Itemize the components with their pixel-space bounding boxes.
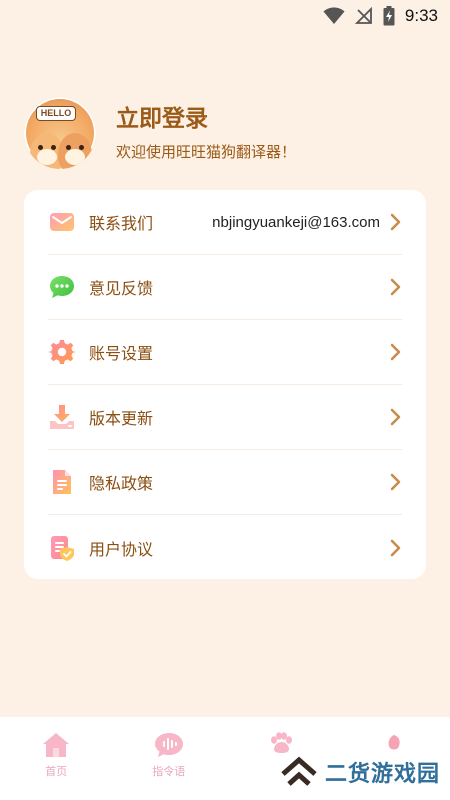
home-icon (43, 733, 70, 757)
wifi-icon (323, 7, 345, 24)
watermark-text: 二货游戏园 (324, 762, 440, 787)
document-icon (53, 470, 71, 494)
chevron-right-icon (390, 539, 401, 556)
tab-home[interactable]: 首页 (0, 717, 113, 800)
tab-commands[interactable]: 指令语 (113, 717, 226, 800)
menu-item-privacy-policy[interactable]: 隐私政策 (48, 450, 402, 515)
download-icon (50, 405, 74, 429)
menu-item-feedback[interactable]: 意见反馈 (48, 255, 402, 320)
login-link[interactable]: 立即登录 (116, 104, 296, 134)
mail-icon (50, 213, 74, 231)
chevron-right-icon (390, 473, 401, 491)
agreement-icon (51, 535, 74, 561)
menu-label: 意见反馈 (89, 279, 154, 298)
watermark-logo-icon (281, 756, 317, 786)
chevron-right-icon (390, 408, 401, 426)
welcome-text: 欢迎使用旺旺猫狗翻译器！ (116, 143, 297, 161)
chevron-right-icon (390, 278, 401, 296)
menu-label: 用户协议 (89, 539, 154, 559)
menu-label: 隐私政策 (89, 474, 154, 493)
no-signal-icon (354, 7, 372, 24)
menu-item-user-agreement[interactable]: 用户协议 (48, 515, 402, 580)
menu-item-contact-us[interactable]: 联系我们 nbjingyuankeji@163.com (48, 190, 402, 255)
contact-email: nbjingyuankeji@163.com (212, 213, 380, 231)
menu-item-version-update[interactable]: 版本更新 (48, 385, 402, 450)
avatar[interactable]: HELLO (24, 97, 96, 169)
watermark: 二货游戏园 (279, 752, 440, 792)
menu-label: 版本更新 (89, 409, 154, 428)
gear-icon (48, 340, 76, 364)
tab-label: 指令语 (152, 765, 186, 778)
chat-bubble-icon (50, 276, 74, 298)
chevron-right-icon (390, 213, 401, 231)
status-time: 9:33 (404, 6, 438, 25)
menu-label: 账号设置 (89, 344, 154, 363)
avatar-hello-sign: HELLO (36, 106, 76, 121)
status-bar: 9:33 (0, 0, 450, 32)
battery-charging-icon (383, 6, 395, 26)
settings-menu-card: 联系我们 nbjingyuankeji@163.com 意见反馈 账号设置 版本… (24, 190, 426, 579)
chevron-right-icon (390, 343, 401, 361)
tab-label: 首页 (45, 765, 68, 778)
avatar-cat (58, 133, 92, 169)
menu-label: 联系我们 (89, 214, 154, 233)
voice-message-icon (154, 733, 183, 757)
menu-item-account-settings[interactable]: 账号设置 (48, 320, 402, 385)
profile-header[interactable]: HELLO 立即登录 欢迎使用旺旺猫狗翻译器！ (24, 97, 296, 169)
